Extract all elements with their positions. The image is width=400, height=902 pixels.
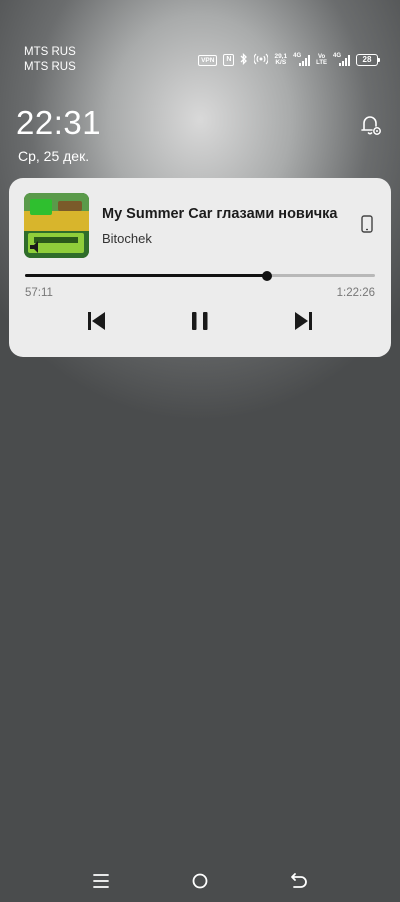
phone-device-icon[interactable]	[359, 214, 375, 234]
circle-home-icon[interactable]	[185, 866, 215, 896]
carrier-1: MTS RUS	[24, 46, 76, 58]
signal-1-tag: 4G	[293, 52, 302, 59]
hotspot-icon	[253, 53, 270, 67]
playback-progress-slider[interactable]	[25, 270, 375, 281]
network-speed-unit: K/S	[275, 59, 287, 66]
volte-bottom: LTE	[316, 60, 327, 66]
volte-icon: Vo LTE	[316, 54, 327, 66]
bell-gear-icon[interactable]	[358, 112, 384, 138]
status-icons: VPN N 29,1 K/S 4G Vo LTE 4G 28	[198, 52, 380, 68]
signal-2-tag: 4G	[333, 52, 342, 59]
track-title: My Summer Car глазами новичка	[102, 206, 338, 222]
progress-played	[25, 274, 268, 277]
lockscreen-date: Ср, 25 дек.	[18, 148, 90, 164]
elapsed-time: 57:11	[25, 287, 53, 299]
signal-1-icon: 4G	[293, 53, 311, 66]
back-arrow-icon[interactable]	[284, 866, 314, 896]
progress-thumb[interactable]	[262, 270, 273, 281]
album-art	[24, 193, 89, 258]
menu-lines-icon[interactable]	[86, 866, 116, 896]
skip-next-icon[interactable]	[290, 309, 316, 333]
carrier-info: MTS RUS MTS RUS	[24, 45, 76, 75]
media-player-card[interactable]: My Summer Car глазами новичка Bitochek 5…	[9, 178, 391, 357]
lockscreen-clock: 22:31	[16, 104, 102, 141]
signal-2-icon: 4G	[333, 53, 350, 66]
network-speed: 29,1 K/S	[274, 53, 287, 67]
nfc-icon: N	[223, 54, 235, 66]
total-time: 1:22:26	[336, 287, 375, 299]
bluetooth-icon	[240, 52, 248, 67]
navigation-bar	[0, 866, 400, 896]
battery-icon: 28	[356, 54, 380, 66]
vpn-icon: VPN	[198, 54, 218, 66]
skip-previous-icon[interactable]	[84, 309, 110, 333]
track-artist: Bitochek	[102, 231, 152, 246]
pause-icon[interactable]	[187, 309, 213, 333]
carrier-2: MTS RUS	[24, 61, 76, 73]
